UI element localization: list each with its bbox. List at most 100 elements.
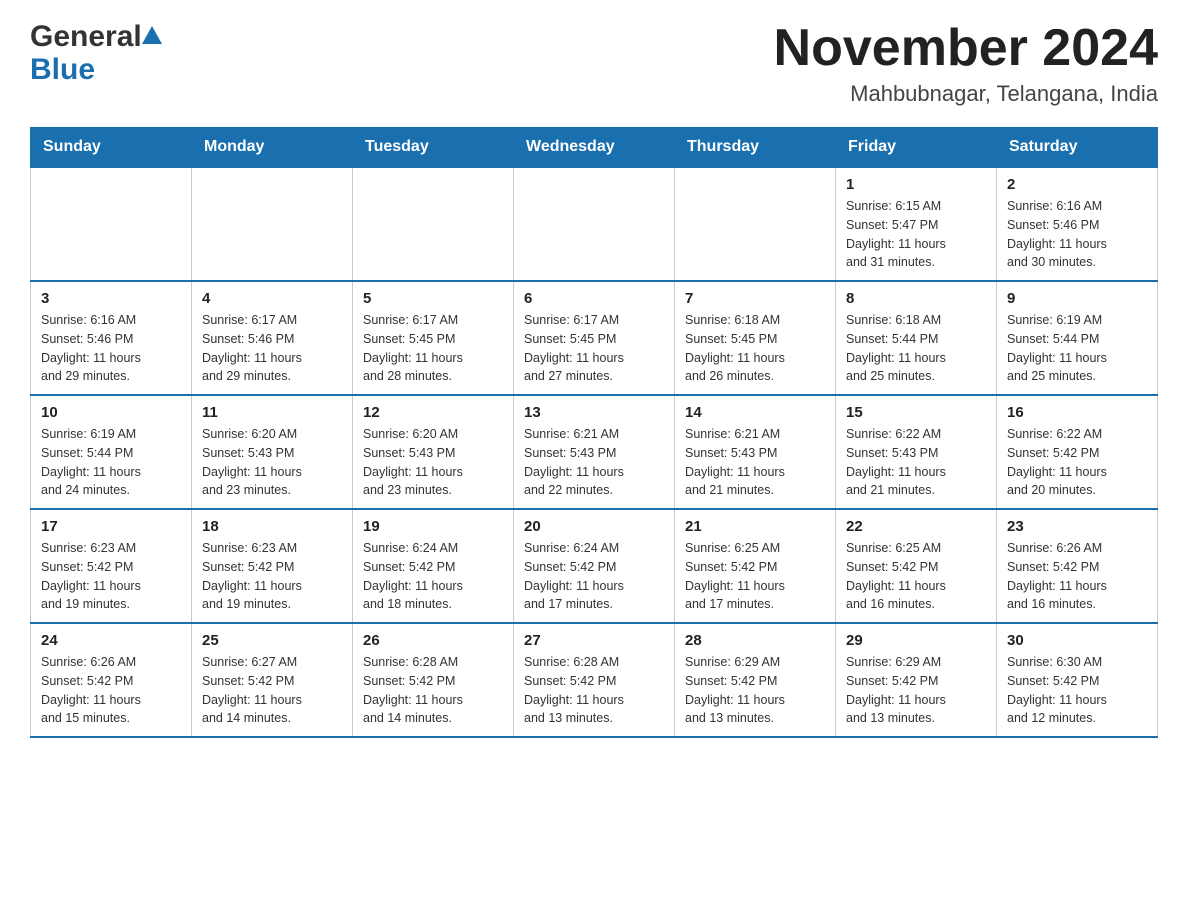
calendar-cell xyxy=(353,167,514,281)
day-number: 6 xyxy=(524,290,664,307)
weekday-header-row: SundayMondayTuesdayWednesdayThursdayFrid… xyxy=(31,128,1158,168)
day-number: 20 xyxy=(524,518,664,535)
day-info: Sunrise: 6:24 AMSunset: 5:42 PMDaylight:… xyxy=(524,539,664,614)
day-number: 16 xyxy=(1007,404,1147,421)
calendar-cell: 28 Sunrise: 6:29 AMSunset: 5:42 PMDayligh… xyxy=(675,623,836,737)
calendar-cell xyxy=(514,167,675,281)
day-number: 27 xyxy=(524,632,664,649)
day-info: Sunrise: 6:22 AMSunset: 5:43 PMDaylight:… xyxy=(846,425,986,500)
weekday-header-tuesday: Tuesday xyxy=(353,128,514,168)
day-number: 15 xyxy=(846,404,986,421)
calendar-cell: 18 Sunrise: 6:23 AMSunset: 5:42 PMDayligh… xyxy=(192,509,353,623)
day-info: Sunrise: 6:26 AMSunset: 5:42 PMDaylight:… xyxy=(41,653,181,728)
day-number: 8 xyxy=(846,290,986,307)
calendar-cell: 9Sunrise: 6:19 AMSunset: 5:44 PMDaylight… xyxy=(997,281,1158,395)
location-text: Mahbubnagar, Telangana, India xyxy=(774,81,1158,107)
logo: General Blue xyxy=(30,20,162,87)
calendar-cell: 3 Sunrise: 6:16 AMSunset: 5:46 PMDaylight… xyxy=(31,281,192,395)
calendar-cell: 20 Sunrise: 6:24 AMSunset: 5:42 PMDayligh… xyxy=(514,509,675,623)
weekday-header-sunday: Sunday xyxy=(31,128,192,168)
day-number: 12 xyxy=(363,404,503,421)
day-number: 2 xyxy=(1007,176,1147,193)
calendar-cell: 5 Sunrise: 6:17 AMSunset: 5:45 PMDaylight… xyxy=(353,281,514,395)
calendar-cell xyxy=(192,167,353,281)
calendar-cell: 11 Sunrise: 6:20 AMSunset: 5:43 PMDayligh… xyxy=(192,395,353,509)
logo-general-text: General xyxy=(30,20,142,53)
day-info: Sunrise: 6:29 AMSunset: 5:42 PMDaylight:… xyxy=(685,653,825,728)
day-info: Sunrise: 6:25 AMSunset: 5:42 PMDaylight:… xyxy=(685,539,825,614)
day-info: Sunrise: 6:26 AMSunset: 5:42 PMDaylight:… xyxy=(1007,539,1147,614)
day-number: 18 xyxy=(202,518,342,535)
day-number: 3 xyxy=(41,290,181,307)
day-number: 23 xyxy=(1007,518,1147,535)
weekday-header-thursday: Thursday xyxy=(675,128,836,168)
calendar-cell: 25Sunrise: 6:27 AMSunset: 5:42 PMDayligh… xyxy=(192,623,353,737)
calendar-cell: 19Sunrise: 6:24 AMSunset: 5:42 PMDayligh… xyxy=(353,509,514,623)
day-number: 30 xyxy=(1007,632,1147,649)
page-header: General Blue November 2024 Mahbubnagar, … xyxy=(30,20,1158,107)
day-number: 28 xyxy=(685,632,825,649)
calendar-cell xyxy=(31,167,192,281)
calendar-cell: 16 Sunrise: 6:22 AMSunset: 5:42 PMDayligh… xyxy=(997,395,1158,509)
day-info: Sunrise: 6:20 AMSunset: 5:43 PMDaylight:… xyxy=(363,425,503,500)
day-info: Sunrise: 6:18 AMSunset: 5:45 PMDaylight:… xyxy=(685,311,825,386)
title-section: November 2024 Mahbubnagar, Telangana, In… xyxy=(774,20,1158,107)
calendar-cell: 27 Sunrise: 6:28 AMSunset: 5:42 PMDayligh… xyxy=(514,623,675,737)
calendar-cell: 22Sunrise: 6:25 AMSunset: 5:42 PMDayligh… xyxy=(836,509,997,623)
day-number: 24 xyxy=(41,632,181,649)
day-info: Sunrise: 6:16 AMSunset: 5:46 PMDaylight:… xyxy=(1007,197,1147,272)
day-info: Sunrise: 6:28 AMSunset: 5:42 PMDaylight:… xyxy=(363,653,503,728)
calendar-cell: 4 Sunrise: 6:17 AMSunset: 5:46 PMDaylight… xyxy=(192,281,353,395)
day-info: Sunrise: 6:20 AMSunset: 5:43 PMDaylight:… xyxy=(202,425,342,500)
calendar-cell: 29 Sunrise: 6:29 AMSunset: 5:42 PMDayligh… xyxy=(836,623,997,737)
day-number: 14 xyxy=(685,404,825,421)
day-info: Sunrise: 6:23 AMSunset: 5:42 PMDaylight:… xyxy=(202,539,342,614)
day-number: 11 xyxy=(202,404,342,421)
calendar-cell: 30 Sunrise: 6:30 AMSunset: 5:42 PMDayligh… xyxy=(997,623,1158,737)
day-info: Sunrise: 6:21 AMSunset: 5:43 PMDaylight:… xyxy=(685,425,825,500)
calendar-cell: 24 Sunrise: 6:26 AMSunset: 5:42 PMDayligh… xyxy=(31,623,192,737)
day-info: Sunrise: 6:17 AMSunset: 5:46 PMDaylight:… xyxy=(202,311,342,386)
calendar-cell: 13Sunrise: 6:21 AMSunset: 5:43 PMDayligh… xyxy=(514,395,675,509)
day-number: 5 xyxy=(363,290,503,307)
weekday-header-friday: Friday xyxy=(836,128,997,168)
calendar-cell: 26 Sunrise: 6:28 AMSunset: 5:42 PMDayligh… xyxy=(353,623,514,737)
calendar-cell: 7Sunrise: 6:18 AMSunset: 5:45 PMDaylight… xyxy=(675,281,836,395)
calendar-cell: 6 Sunrise: 6:17 AMSunset: 5:45 PMDaylight… xyxy=(514,281,675,395)
calendar-cell: 23 Sunrise: 6:26 AMSunset: 5:42 PMDayligh… xyxy=(997,509,1158,623)
day-info: Sunrise: 6:29 AMSunset: 5:42 PMDaylight:… xyxy=(846,653,986,728)
calendar-cell: 2 Sunrise: 6:16 AMSunset: 5:46 PMDaylight… xyxy=(997,167,1158,281)
day-info: Sunrise: 6:28 AMSunset: 5:42 PMDaylight:… xyxy=(524,653,664,728)
day-number: 25 xyxy=(202,632,342,649)
day-info: Sunrise: 6:16 AMSunset: 5:46 PMDaylight:… xyxy=(41,311,181,386)
day-number: 19 xyxy=(363,518,503,535)
day-number: 29 xyxy=(846,632,986,649)
day-info: Sunrise: 6:19 AMSunset: 5:44 PMDaylight:… xyxy=(41,425,181,500)
calendar-cell: 17Sunrise: 6:23 AMSunset: 5:42 PMDayligh… xyxy=(31,509,192,623)
day-number: 26 xyxy=(363,632,503,649)
calendar-week-row: 10 Sunrise: 6:19 AMSunset: 5:44 PMDayligh… xyxy=(31,395,1158,509)
day-info: Sunrise: 6:18 AMSunset: 5:44 PMDaylight:… xyxy=(846,311,986,386)
calendar-cell: 8 Sunrise: 6:18 AMSunset: 5:44 PMDaylight… xyxy=(836,281,997,395)
weekday-header-monday: Monday xyxy=(192,128,353,168)
day-info: Sunrise: 6:17 AMSunset: 5:45 PMDaylight:… xyxy=(363,311,503,386)
calendar-table: SundayMondayTuesdayWednesdayThursdayFrid… xyxy=(30,127,1158,738)
day-number: 1 xyxy=(846,176,986,193)
calendar-cell: 21 Sunrise: 6:25 AMSunset: 5:42 PMDayligh… xyxy=(675,509,836,623)
calendar-cell: 15 Sunrise: 6:22 AMSunset: 5:43 PMDayligh… xyxy=(836,395,997,509)
day-number: 10 xyxy=(41,404,181,421)
day-info: Sunrise: 6:17 AMSunset: 5:45 PMDaylight:… xyxy=(524,311,664,386)
calendar-cell: 14 Sunrise: 6:21 AMSunset: 5:43 PMDayligh… xyxy=(675,395,836,509)
calendar-cell: 10 Sunrise: 6:19 AMSunset: 5:44 PMDayligh… xyxy=(31,395,192,509)
day-info: Sunrise: 6:30 AMSunset: 5:42 PMDaylight:… xyxy=(1007,653,1147,728)
logo-blue-text: Blue xyxy=(30,53,95,86)
day-info: Sunrise: 6:22 AMSunset: 5:42 PMDaylight:… xyxy=(1007,425,1147,500)
weekday-header-wednesday: Wednesday xyxy=(514,128,675,168)
day-number: 21 xyxy=(685,518,825,535)
day-number: 4 xyxy=(202,290,342,307)
day-info: Sunrise: 6:21 AMSunset: 5:43 PMDaylight:… xyxy=(524,425,664,500)
day-info: Sunrise: 6:15 AMSunset: 5:47 PMDaylight:… xyxy=(846,197,986,272)
day-number: 22 xyxy=(846,518,986,535)
day-number: 9 xyxy=(1007,290,1147,307)
calendar-week-row: 24 Sunrise: 6:26 AMSunset: 5:42 PMDayligh… xyxy=(31,623,1158,737)
